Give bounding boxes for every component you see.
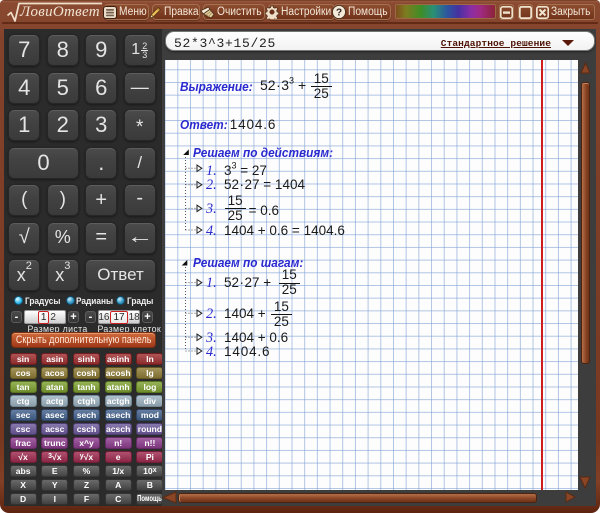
svg-text:?: ?	[336, 8, 342, 19]
